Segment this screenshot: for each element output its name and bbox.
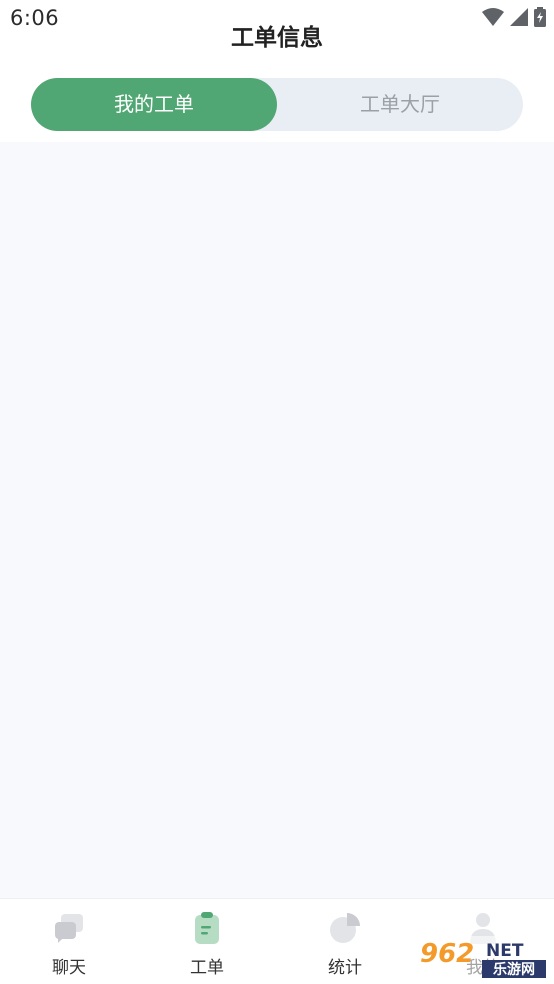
- page-title: 工单信息: [231, 25, 323, 51]
- tab-stats[interactable]: 统计: [276, 899, 414, 984]
- segment-ticket-hall[interactable]: 工单大厅: [277, 78, 523, 131]
- tab-stats-label: 统计: [328, 958, 362, 978]
- chat-icon: [55, 914, 83, 943]
- tab-chat[interactable]: 聊天: [0, 899, 138, 984]
- clipboard-icon: [195, 912, 219, 944]
- segment-my-tickets[interactable]: 我的工单: [31, 78, 277, 131]
- watermark-net: NET: [486, 941, 524, 961]
- watermark-number: 962: [420, 939, 474, 969]
- watermark-logo: 962 NET 乐游网: [416, 936, 550, 980]
- tab-tickets-label: 工单: [190, 958, 224, 978]
- tab-chat-label: 聊天: [52, 958, 86, 978]
- tab-tickets[interactable]: 工单: [138, 899, 276, 984]
- pie-chart-icon: [330, 913, 360, 943]
- ticket-list-area[interactable]: [0, 142, 554, 898]
- watermark-cn: 乐游网: [493, 961, 535, 978]
- segment-control: 我的工单 工单大厅: [31, 78, 523, 131]
